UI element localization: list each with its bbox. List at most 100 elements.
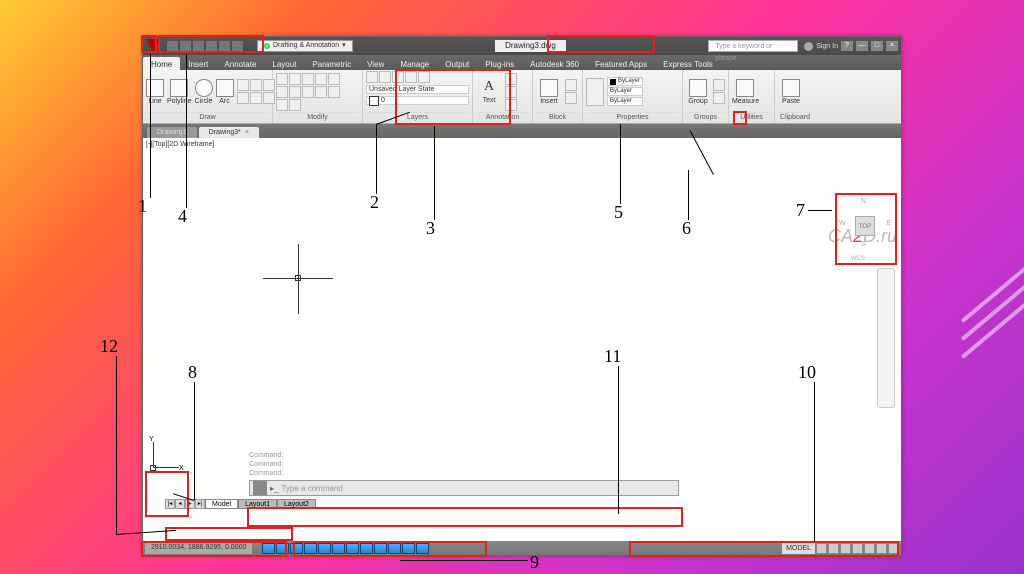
paste-button[interactable]: Paste	[778, 78, 804, 105]
layer-off-icon[interactable]	[379, 71, 391, 83]
rotate-icon[interactable]	[289, 73, 301, 85]
stretch-icon[interactable]	[315, 86, 327, 98]
anno-vis-icon[interactable]	[828, 543, 839, 554]
text-button[interactable]: AText	[476, 79, 502, 104]
minimize-icon[interactable]: —	[856, 41, 868, 51]
navigation-bar[interactable]	[877, 268, 895, 408]
first-tab-icon[interactable]: |◂	[165, 499, 175, 509]
fillet-icon[interactable]	[289, 86, 301, 98]
viewcube[interactable]: TOP N S W E WCS	[837, 198, 893, 254]
tab-output[interactable]: Output	[437, 57, 477, 70]
group-button[interactable]: Group	[686, 78, 710, 105]
print-icon[interactable]	[232, 41, 243, 52]
user-icon[interactable]	[804, 42, 813, 51]
trim-icon[interactable]	[302, 73, 314, 85]
group-edit-icon[interactable]	[713, 92, 725, 104]
offset-icon[interactable]	[289, 99, 301, 111]
match-props-icon[interactable]	[586, 78, 604, 106]
insert-button[interactable]: Insert	[536, 78, 562, 105]
copy-icon[interactable]	[328, 73, 340, 85]
layer-props-icon[interactable]	[366, 71, 378, 83]
line-button[interactable]: Line	[146, 78, 164, 105]
viewport-label[interactable]: [‑][Top][2D Wireframe]	[146, 141, 214, 148]
drawing-canvas[interactable]: [‑][Top][2D Wireframe] CA2D.ru TOP N S W…	[143, 138, 901, 526]
qp-toggle[interactable]	[388, 543, 401, 554]
color-dropdown[interactable]: ByLayer	[607, 77, 643, 86]
edit-block-icon[interactable]	[565, 92, 577, 104]
measure-button[interactable]: Measure	[732, 78, 758, 105]
model-space-indicator[interactable]: MODEL	[782, 543, 815, 554]
otrack-toggle[interactable]	[332, 543, 345, 554]
layer-lock-icon[interactable]	[405, 71, 417, 83]
last-tab-icon[interactable]: ▸|	[195, 499, 205, 509]
redo-icon[interactable]	[219, 41, 230, 52]
clean-screen-icon[interactable]	[888, 543, 899, 554]
layer-freeze-icon[interactable]	[392, 71, 404, 83]
sign-in-link[interactable]: Sign In	[816, 43, 838, 50]
tab-plugins[interactable]: Plug-ins	[477, 57, 522, 70]
move-icon[interactable]	[276, 73, 288, 85]
viewcube-south[interactable]: S	[861, 241, 866, 248]
polar-toggle[interactable]	[304, 543, 317, 554]
hardware-accel-icon[interactable]	[864, 543, 875, 554]
open-icon[interactable]	[180, 41, 191, 52]
help-search-input[interactable]: Type a keyword or phrase	[708, 40, 798, 52]
doc-tab[interactable]: Drawing1	[147, 127, 197, 138]
viewcube-west[interactable]: W	[839, 220, 846, 227]
doc-tab[interactable]: Drawing3*×	[199, 127, 259, 138]
current-layer-dropdown[interactable]: 0	[366, 96, 469, 105]
tab-autodesk360[interactable]: Autodesk 360	[522, 57, 587, 70]
linetype-dropdown[interactable]: ByLayer	[607, 97, 643, 106]
polyline-button[interactable]: Polyline	[167, 78, 192, 105]
erase-icon[interactable]	[315, 73, 327, 85]
tpy-toggle[interactable]	[374, 543, 387, 554]
layer-state-dropdown[interactable]: Unsaved Layer State	[366, 85, 469, 94]
model-tab[interactable]: Model	[205, 499, 238, 509]
command-line-input[interactable]: ▸_ Type a command	[249, 480, 679, 496]
workspace-dropdown[interactable]: Drafting & Annotation ▾	[257, 40, 353, 52]
tab-express-tools[interactable]: Express Tools	[655, 57, 721, 70]
isolate-icon[interactable]	[876, 543, 887, 554]
point-icon[interactable]	[250, 92, 262, 104]
am-toggle[interactable]	[416, 543, 429, 554]
layer-match-icon[interactable]	[418, 71, 430, 83]
viewcube-east[interactable]: E	[886, 220, 891, 227]
sc-toggle[interactable]	[402, 543, 415, 554]
dyn-toggle[interactable]	[346, 543, 359, 554]
leader-icon[interactable]	[505, 86, 517, 98]
ellipse-icon[interactable]	[250, 79, 262, 91]
tab-home[interactable]: Home	[143, 57, 180, 70]
new-icon[interactable]	[167, 41, 178, 52]
ucs-icon[interactable]: X Y	[149, 438, 183, 472]
osnap-toggle[interactable]	[318, 543, 331, 554]
workspace-icon[interactable]	[840, 543, 851, 554]
close-tab-icon[interactable]: ×	[245, 129, 249, 136]
dimension-icon[interactable]	[505, 73, 517, 85]
circle-button[interactable]: Circle	[195, 78, 213, 105]
mirror-icon[interactable]	[276, 86, 288, 98]
snap-toggle[interactable]	[262, 543, 275, 554]
tab-view[interactable]: View	[359, 57, 392, 70]
layout-tab[interactable]: Layout2	[277, 499, 316, 509]
coordinates-readout[interactable]: 2910.0034, 1886.9295, 0.0000	[145, 542, 252, 554]
undo-icon[interactable]	[206, 41, 217, 52]
tab-layout[interactable]: Layout	[264, 57, 304, 70]
lock-ui-icon[interactable]	[852, 543, 863, 554]
viewcube-face[interactable]: TOP	[855, 216, 875, 236]
ungroup-icon[interactable]	[713, 79, 725, 91]
app-logo-icon[interactable]	[146, 39, 160, 53]
prev-tab-icon[interactable]: ◂	[175, 499, 185, 509]
tab-annotate[interactable]: Annotate	[216, 57, 264, 70]
close-icon[interactable]: ×	[886, 41, 898, 51]
ortho-toggle[interactable]	[290, 543, 303, 554]
maximize-icon[interactable]: □	[871, 41, 883, 51]
array-icon[interactable]	[276, 99, 288, 111]
table-icon[interactable]	[505, 99, 517, 111]
scale-icon[interactable]	[328, 86, 340, 98]
tab-featured-apps[interactable]: Featured Apps	[587, 57, 655, 70]
arc-button[interactable]: Arc	[216, 78, 234, 105]
create-block-icon[interactable]	[565, 79, 577, 91]
command-icon[interactable]	[253, 481, 267, 495]
lineweight-dropdown[interactable]: ByLayer	[607, 87, 643, 96]
save-icon[interactable]	[193, 41, 204, 52]
